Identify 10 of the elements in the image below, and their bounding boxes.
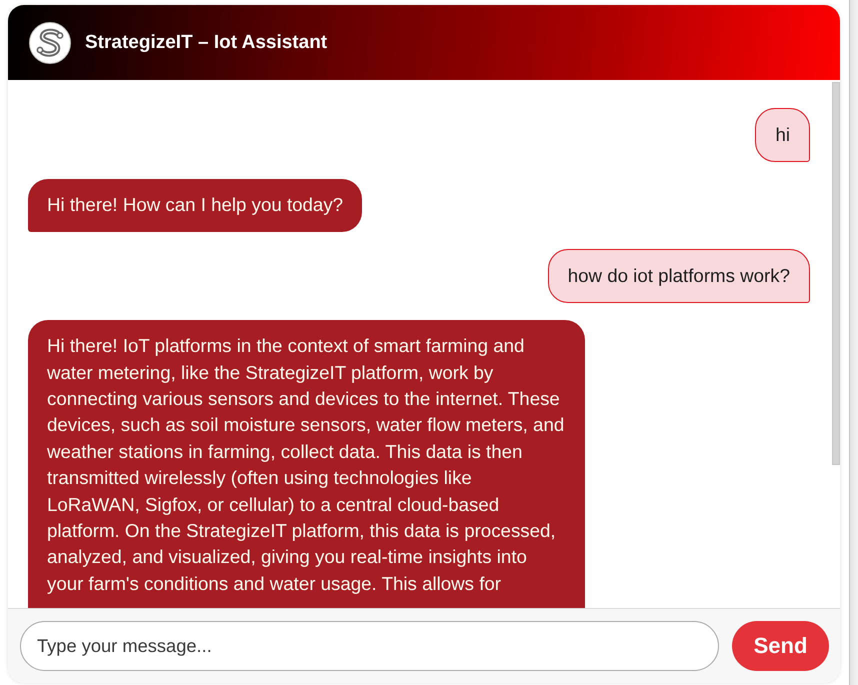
page-scrollbar[interactable] <box>849 0 858 685</box>
bot-message: Hi there! How can I help you today? <box>28 179 362 232</box>
send-button[interactable]: Send <box>732 621 829 671</box>
bot-message: Hi there! IoT platforms in the context of smart farming and water metering, like the StrategizeIT platform, work by connecting various sensors and devices to the internet. These devices, such as soil moisture sensors, water flow meters, and weather stations in farming, collect data. This data is then transmitted wirelessly (often using technologies like LoRaWAN, Sigfox, or cellular) to a central cloud-based platform. On the StrategizeIT platform, this data is processed, analyzed, and visualized, giving you real-time insights into your farm's conditions and water usage. This allows for <box>28 320 585 608</box>
chat-title: StrategizeIT – Iot Assistant <box>85 32 328 54</box>
scrollbar-thumb[interactable] <box>832 82 840 465</box>
logo-icon <box>29 22 71 64</box>
message-input[interactable]: Type your message... <box>20 621 719 671</box>
user-message: hi <box>755 108 810 162</box>
user-message: how do iot platforms work? <box>548 248 810 304</box>
